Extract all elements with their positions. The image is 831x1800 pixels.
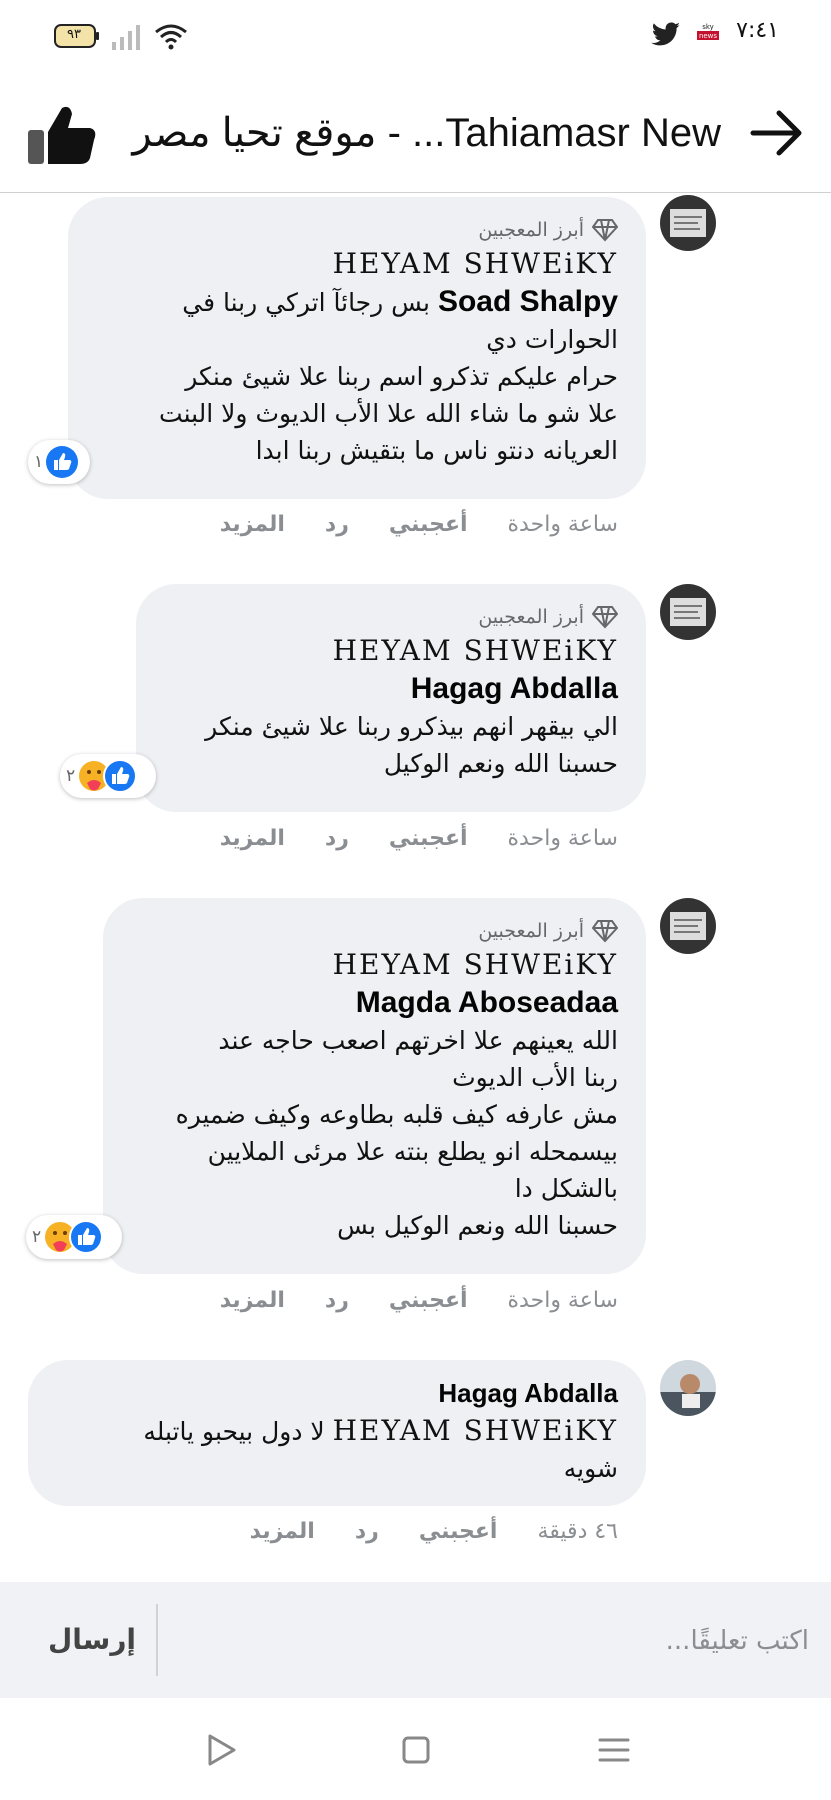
diamond-icon	[592, 219, 618, 242]
comment-time: ساعة واحدة	[507, 512, 618, 537]
top-fan-label: أبرز المعجبين	[478, 219, 584, 241]
comment-input[interactable]	[207, 1612, 811, 1670]
comment-line: بالشكل دا	[514, 1174, 618, 1203]
comment-bubble[interactable]: Hagag Abdalla HEYAM SHWEiKY لا دول بيحبو…	[28, 1360, 646, 1506]
comment-line: حرام عليكم تذكرو اسم ربنا علا شيئ منكر	[185, 362, 618, 391]
reply-button[interactable]: رد	[325, 1288, 349, 1313]
reaction-count: ٢	[66, 766, 76, 786]
page-title: موقع تحيا مصر - ...Tahiamasr New	[132, 111, 721, 155]
reaction-summary[interactable]: ١	[28, 440, 90, 484]
reply-button[interactable]: رد	[325, 826, 349, 851]
comment-line: ربنا الأب الديوث	[452, 1063, 618, 1092]
comment-text: الي بيقهر انهم بيذكرو ربنا علا شيئ منكر …	[164, 708, 618, 782]
page-header: موقع تحيا مصر - ...Tahiamasr New	[0, 72, 831, 193]
diamond-icon	[592, 920, 618, 943]
comment-time: ساعة واحدة	[507, 826, 618, 851]
back-triangle-icon[interactable]	[200, 1730, 240, 1770]
more-button[interactable]: المزيد	[220, 512, 285, 537]
like-button[interactable]: أعجبني	[389, 512, 468, 537]
top-fan-label: أبرز المعجبين	[478, 606, 584, 628]
diamond-icon	[592, 606, 618, 629]
top-fan-label: أبرز المعجبين	[478, 920, 584, 942]
comment-line: العريانه دنتو ناس ما بتقيش ربنا ابدا	[255, 436, 618, 465]
comment-time: ساعة واحدة	[507, 1288, 618, 1313]
comment-line: بس رجائآ اتركي ربنا في	[182, 288, 430, 317]
reaction-summary[interactable]: ٢	[26, 1215, 122, 1259]
clock: ٧:٤١	[736, 18, 779, 43]
like-reaction-icon	[46, 446, 79, 478]
home-square-icon[interactable]	[396, 1730, 436, 1770]
like-reaction-icon	[69, 1220, 104, 1254]
comment-author[interactable]: Magda Aboseadaa	[131, 984, 618, 1022]
comment-line: شويه	[563, 1454, 618, 1483]
comment-actions: ساعة واحدة أعجبني رد المزيد	[220, 1288, 618, 1313]
battery-level: ٩٣	[67, 27, 81, 42]
comment-line: الله يعينهم علا اخرتهم اصعب حاجه عند	[218, 1026, 618, 1055]
commenter-avatar[interactable]	[660, 584, 716, 640]
wifi-icon	[155, 24, 187, 50]
comment-actions: ساعة واحدة أعجبني رد المزيد	[220, 512, 618, 537]
system-nav-bar	[0, 1698, 831, 1800]
commenter-avatar[interactable]	[660, 1360, 716, 1416]
reply-button[interactable]: رد	[325, 512, 349, 537]
comment-actions: ساعة واحدة أعجبني رد المزيد	[220, 826, 618, 851]
comment-time: ٤٦ دقيقة	[537, 1519, 618, 1544]
signal-icon	[112, 25, 140, 50]
comment-line: حسبنا الله ونعم الوكيل بس	[337, 1211, 618, 1240]
comment-line: حسبنا الله ونعم الوكيل	[383, 749, 618, 778]
tagged-user-name[interactable]: HEYAM SHWEiKY	[131, 946, 618, 984]
top-fan-badge: أبرز المعجبين	[96, 215, 618, 245]
reaction-summary[interactable]: ٢	[60, 754, 156, 798]
tagged-user-name[interactable]: HEYAM SHWEiKY	[333, 1414, 618, 1447]
comment-bubble[interactable]: أبرز المعجبين HEYAM SHWEiKY Hagag Abdall…	[136, 584, 646, 812]
comment-text: Soad Shalpy بس رجائآ اتركي ربنا في الحوا…	[96, 283, 618, 469]
tagged-user-name[interactable]: HEYAM SHWEiKY	[164, 632, 618, 670]
send-button[interactable]: إرسال	[42, 1614, 142, 1666]
comment-author[interactable]: Hagag Abdalla	[164, 670, 618, 708]
comment-author[interactable]: Soad Shalpy	[438, 285, 618, 318]
divider	[156, 1604, 158, 1676]
like-reaction-icon	[103, 759, 138, 793]
top-fan-badge: أبرز المعجبين	[131, 916, 618, 946]
reply-button[interactable]: رد	[355, 1519, 379, 1544]
comment-bubble[interactable]: أبرز المعجبين HEYAM SHWEiKY Magda Abosea…	[103, 898, 646, 1274]
more-button[interactable]: المزيد	[220, 826, 285, 851]
tagged-user-name[interactable]: HEYAM SHWEiKY	[96, 245, 618, 283]
comment-author[interactable]: Hagag Abdalla	[56, 1374, 618, 1412]
commenter-avatar[interactable]	[660, 898, 716, 954]
comment-line: علا شو ما شاء الله علا الأب الديوث ولا ا…	[159, 399, 618, 428]
comment-line: لا دول بيحبو ياتبله	[143, 1417, 325, 1446]
svg-text:sky: sky	[702, 23, 714, 31]
comment-text: الله يعينهم علا اخرتهم اصعب حاجه عند ربن…	[131, 1022, 618, 1244]
comment-bubble[interactable]: أبرز المعجبين HEYAM SHWEiKY Soad Shalpy …	[68, 197, 646, 499]
more-button[interactable]: المزيد	[220, 1288, 285, 1313]
back-arrow-icon[interactable]	[749, 106, 803, 160]
like-button[interactable]: أعجبني	[389, 1288, 468, 1313]
like-button[interactable]: أعجبني	[389, 826, 468, 851]
reaction-count: ٢	[32, 1227, 42, 1247]
comment-text: HEYAM SHWEiKY لا دول بيحبو ياتبله شويه	[56, 1412, 618, 1487]
commenter-avatar[interactable]	[660, 195, 716, 251]
comment-line: مش عارفه كيف قلبه بطاوعه وكيف ضميره	[175, 1100, 618, 1129]
sky-news-icon: sky news	[697, 22, 719, 48]
comment-composer: إرسال	[0, 1582, 831, 1698]
comment-actions: ٤٦ دقيقة أعجبني رد المزيد	[250, 1519, 618, 1544]
svg-text:news: news	[699, 32, 717, 40]
status-bar: ٩٣ sky news ٧:٤١	[0, 0, 831, 72]
more-button[interactable]: المزيد	[250, 1519, 315, 1544]
top-fan-badge: أبرز المعجبين	[164, 602, 618, 632]
like-button[interactable]: أعجبني	[419, 1519, 498, 1544]
menu-lines-icon[interactable]	[594, 1730, 634, 1770]
comment-line: بيسمحله انو يطلع بنته علا مرئى الملايين	[207, 1137, 618, 1166]
comment-line: الحوارات دي	[486, 325, 618, 354]
reaction-count: ١	[34, 452, 44, 472]
thumbs-up-like-page-icon[interactable]	[26, 102, 98, 168]
twitter-icon	[651, 22, 680, 46]
comment-line: الي بيقهر انهم بيذكرو ربنا علا شيئ منكر	[205, 712, 618, 741]
